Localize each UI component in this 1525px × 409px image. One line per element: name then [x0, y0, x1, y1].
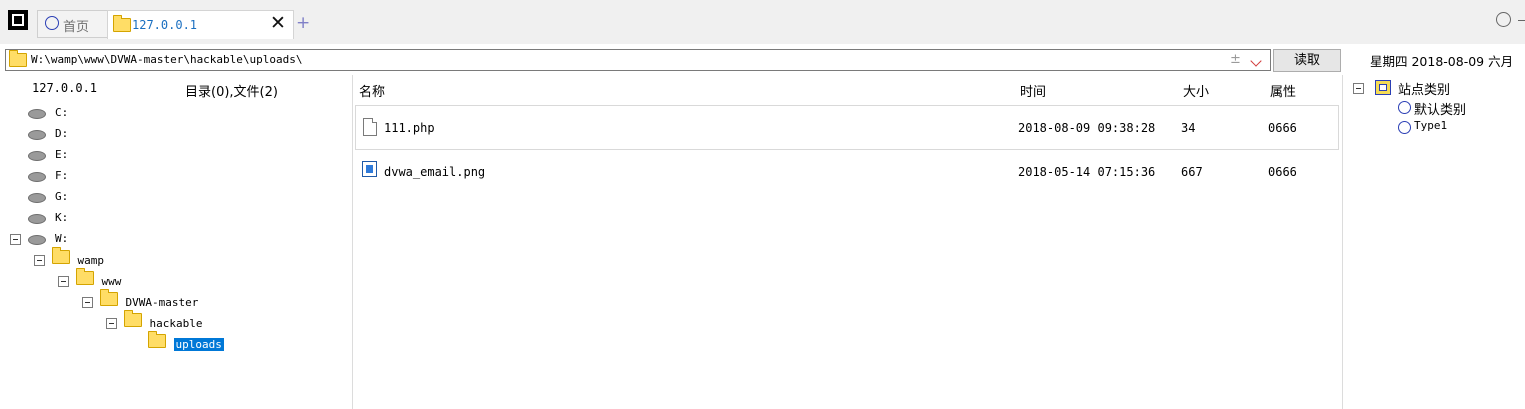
close-tab-icon[interactable]: ✕	[270, 12, 286, 34]
collapse-icon[interactable]	[58, 276, 69, 287]
tab-site-label: 127.0.0.1	[132, 18, 198, 32]
file-name: dvwa_email.png	[384, 165, 486, 179]
site-category-icon	[1375, 80, 1391, 95]
drive-icon	[28, 214, 46, 224]
tree-folder-dvwa[interactable]: DVWA-master	[82, 289, 199, 312]
drive-icon	[28, 130, 46, 140]
file-time: 2018-05-14 07:15:36	[1018, 165, 1156, 179]
path-text: W:\wamp\www\DVWA-master\hackable\uploads…	[31, 53, 303, 66]
date-info: 星期四 2018-08-09 六月	[1370, 54, 1514, 69]
drive-icon	[28, 151, 46, 161]
category-item-type1[interactable]: Type1	[1414, 119, 1447, 132]
window-minimize-icon[interactable]	[1518, 20, 1525, 21]
document-icon	[363, 118, 377, 136]
directory-tree-panel: 127.0.0.1 目录(0),文件(2) C: D: E: F: G: K: …	[0, 75, 353, 409]
host-label: 127.0.0.1	[32, 81, 98, 95]
dir-file-count: 目录(0),文件(2)	[185, 85, 278, 100]
site-category-panel: 站点类别 默认类别 Type1	[1342, 75, 1525, 409]
column-header-size[interactable]: 大小	[1183, 81, 1209, 100]
collapse-icon[interactable]	[82, 297, 93, 308]
folder-label-selected: uploads	[173, 338, 224, 351]
collapse-icon[interactable]	[106, 318, 117, 329]
window-circle-icon[interactable]	[1496, 12, 1511, 27]
tab-home-label: 首页	[63, 20, 90, 35]
image-file-icon	[362, 161, 377, 177]
file-attr: 0666	[1268, 121, 1297, 135]
file-size: 667	[1181, 165, 1203, 179]
category-ring-icon	[1398, 101, 1411, 114]
drive-icon	[28, 193, 46, 203]
folder-icon	[76, 268, 94, 285]
tree-folder-uploads[interactable]: uploads	[148, 331, 224, 354]
file-time: 2018-08-09 09:38:28	[1018, 121, 1156, 135]
add-tab-icon[interactable]: +	[296, 13, 310, 33]
tree-drive-k[interactable]: K:	[28, 208, 68, 228]
column-header-attr[interactable]: 属性	[1270, 81, 1296, 100]
tree-drive-c[interactable]: C:	[28, 103, 68, 123]
category-ring-icon	[1398, 121, 1411, 134]
folder-icon	[9, 50, 27, 67]
folder-open-icon	[148, 331, 166, 348]
drive-label: K:	[55, 211, 69, 224]
tree-drive-d[interactable]: D:	[28, 124, 68, 144]
drive-icon	[28, 172, 46, 182]
collapse-icon[interactable]	[1353, 83, 1364, 94]
tree-drive-f[interactable]: F:	[28, 166, 68, 186]
drive-label: E:	[55, 148, 69, 161]
tab-home[interactable]: 首页	[37, 10, 108, 38]
folder-label: www	[101, 275, 122, 288]
drive-icon	[28, 109, 46, 119]
file-attr: 0666	[1268, 165, 1297, 179]
drive-label: G:	[55, 190, 69, 203]
folder-label: DVWA-master	[125, 296, 199, 309]
site-category-title[interactable]: 站点类别	[1398, 79, 1450, 98]
path-input[interactable]: W:\wamp\www\DVWA-master\hackable\uploads…	[5, 49, 1271, 71]
home-circle-icon	[45, 16, 59, 30]
read-button[interactable]: 读取	[1273, 49, 1341, 72]
tree-folder-www[interactable]: www	[58, 268, 122, 291]
file-size: 34	[1181, 121, 1196, 135]
category-item-default[interactable]: 默认类别	[1414, 99, 1466, 118]
file-list: 名称 时间 大小 属性 111.php 2018-08-09 09:38:28 …	[353, 75, 1341, 409]
column-header-name[interactable]: 名称	[359, 81, 385, 100]
file-row[interactable]: 111.php 2018-08-09 09:38:28 34 0666	[355, 105, 1339, 150]
tree-folder-hackable[interactable]: hackable	[106, 310, 203, 333]
app-logo-icon[interactable]	[8, 10, 28, 30]
folder-icon	[113, 15, 131, 32]
folder-icon	[100, 289, 118, 306]
tree-drive-e[interactable]: E:	[28, 145, 68, 165]
drive-label: W:	[55, 232, 69, 245]
tree-drive-g[interactable]: G:	[28, 187, 68, 207]
file-name: 111.php	[384, 121, 435, 135]
collapse-icon[interactable]	[10, 234, 21, 245]
drive-label: F:	[55, 169, 69, 182]
column-header-time[interactable]: 时间	[1020, 81, 1046, 100]
chevron-down-icon[interactable]	[1250, 55, 1262, 67]
collapse-icon[interactable]	[34, 255, 45, 266]
folder-icon	[124, 310, 142, 327]
tab-bar: 首页 127.0.0.1 ✕ +	[0, 0, 1525, 44]
drive-label: D:	[55, 127, 69, 140]
tab-site[interactable]: 127.0.0.1 ✕	[107, 10, 294, 39]
file-row[interactable]: dvwa_email.png 2018-05-14 07:15:36 667 0…	[355, 150, 1339, 193]
drive-label: C:	[55, 106, 69, 119]
drive-icon	[28, 235, 46, 245]
tree-drive-w[interactable]: W:	[10, 229, 210, 249]
folder-label: wamp	[77, 254, 105, 267]
folder-label: hackable	[149, 317, 203, 330]
folder-icon	[52, 247, 70, 264]
tree-folder-wamp[interactable]: wamp	[34, 247, 105, 270]
plus-minus-icon[interactable]: ±	[1230, 52, 1241, 67]
